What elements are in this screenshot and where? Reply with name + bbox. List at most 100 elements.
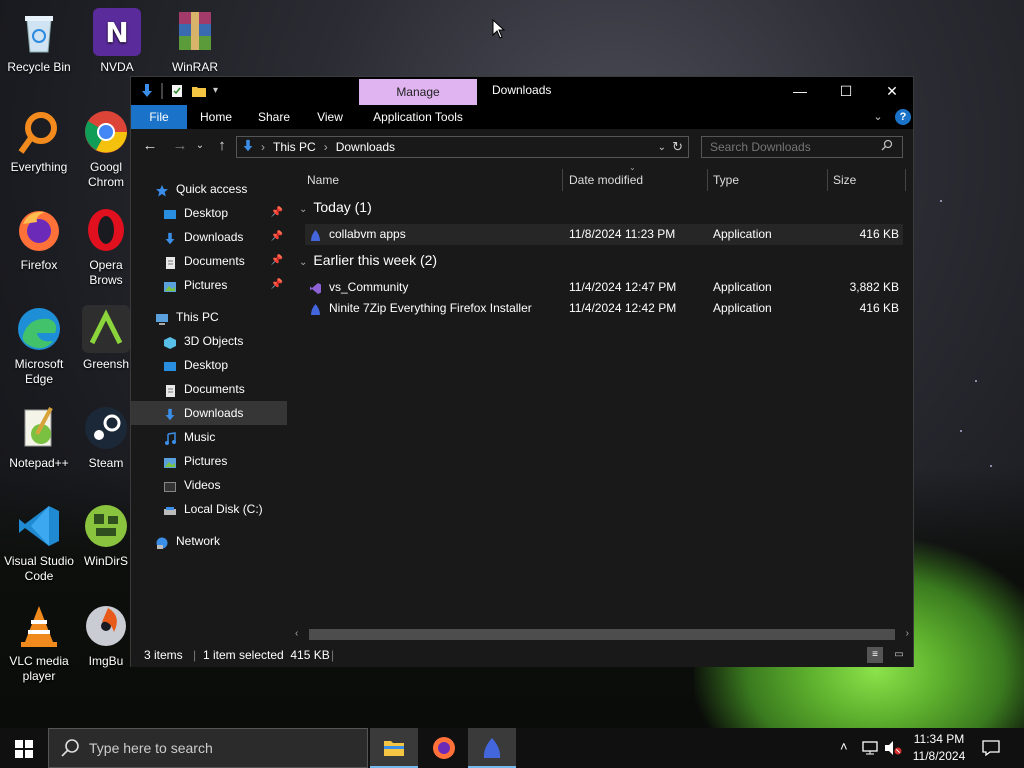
help-icon[interactable]: ? [895, 109, 911, 125]
desktop-icon-greenshot[interactable]: Greensh [76, 305, 136, 372]
nav-quick-downloads[interactable]: Downloads 📌 [131, 225, 287, 249]
desktop-icon-firefox[interactable]: Firefox [0, 206, 78, 273]
desktop-icon-vlc[interactable]: VLC media player [0, 602, 78, 684]
close-button[interactable]: ✕ [869, 77, 915, 105]
ribbon-expand-chevron-icon[interactable]: ⌄ [871, 105, 885, 129]
navigation-pane: Quick access Desktop 📌 Downloads 📌 Docum… [131, 173, 287, 638]
nav-downloads[interactable]: Downloads [131, 401, 287, 425]
network-status-icon[interactable] [862, 740, 880, 759]
volume-muted-icon[interactable] [884, 740, 902, 759]
desktop-icon-recycle-bin[interactable]: Recycle Bin [0, 8, 78, 75]
column-header-type[interactable]: Type [713, 169, 739, 191]
show-hidden-icons-chevron-icon[interactable]: ˄ [840, 739, 848, 754]
start-button[interactable] [15, 740, 33, 761]
taskbar-collabvm-app[interactable] [468, 728, 516, 768]
forward-arrow-icon[interactable]: → [169, 137, 191, 155]
taskbar-search-placeholder: Type here to search [89, 740, 213, 756]
downloads-location-icon [241, 139, 255, 156]
file-row[interactable]: Ninite 7Zip Everything Firefox Installer… [305, 298, 903, 319]
scrollbar-thumb[interactable] [309, 629, 895, 640]
scroll-left-arrow-icon[interactable]: ‹ [295, 626, 298, 642]
pin-icon[interactable]: 📌 [271, 273, 283, 297]
address-dropdown-chevron-icon[interactable]: ⌄ [658, 142, 666, 153]
desktop-icon-opera[interactable]: Opera Brows [76, 206, 136, 288]
group-header-today[interactable]: ⌄ Today (1) [299, 199, 372, 215]
horizontal-scrollbar[interactable]: ‹ › [291, 626, 913, 642]
group-header-earlier-this-week[interactable]: ⌄ Earlier this week (2) [299, 252, 437, 268]
recent-locations-chevron-icon[interactable]: ⌄ [193, 137, 207, 155]
file-row[interactable]: vs_Community 11/4/2024 12:47 PM Applicat… [305, 277, 903, 298]
search-input[interactable] [701, 136, 903, 158]
desktop-folder-icon [163, 358, 177, 372]
nav-quick-desktop[interactable]: Desktop 📌 [131, 201, 287, 225]
file-row[interactable]: collabvm apps 11/8/2024 11:23 PM Applica… [305, 224, 903, 245]
nav-this-pc[interactable]: This PC [131, 305, 287, 329]
nav-documents[interactable]: Documents [131, 377, 287, 401]
nav-local-disk[interactable]: Local Disk (C:) [131, 497, 287, 521]
maximize-button[interactable]: ☐ [823, 77, 869, 105]
address-row: ← → ⌄ ↑ › This PC › Downloads ⌄ ↻ [131, 129, 913, 163]
desktop-icon-vscode[interactable]: Visual Studio Code [0, 502, 78, 584]
taskbar-firefox[interactable] [420, 728, 468, 768]
column-separator[interactable] [905, 169, 906, 191]
desktop-icon-chrome[interactable]: Googl Chrom [76, 108, 136, 190]
pin-icon[interactable]: 📌 [271, 225, 283, 249]
column-separator[interactable] [707, 169, 708, 191]
taskbar-file-explorer[interactable] [370, 728, 418, 768]
breadcrumb-this-pc[interactable]: This PC [273, 140, 316, 154]
desktop-icon-everything[interactable]: Everything [0, 108, 78, 175]
properties-icon[interactable] [169, 83, 185, 99]
nav-pictures[interactable]: Pictures [131, 449, 287, 473]
maximize-icon: ☐ [839, 83, 853, 99]
desktop-icon-imgburn[interactable]: ImgBu [76, 602, 136, 669]
column-separator[interactable] [827, 169, 828, 191]
nav-quick-pictures[interactable]: Pictures 📌 [131, 273, 287, 297]
tab-share[interactable]: Share [251, 105, 297, 129]
desktop-icon-edge[interactable]: Microsoft Edge [0, 305, 78, 387]
nav-network[interactable]: Network [131, 529, 287, 553]
nav-quick-documents[interactable]: Documents 📌 [131, 249, 287, 273]
desktop-icon-steam[interactable]: Steam [76, 404, 136, 471]
nav-videos[interactable]: Videos [131, 473, 287, 497]
windirstat-icon [82, 502, 130, 550]
details-view-icon[interactable]: ≡ [867, 647, 883, 663]
scroll-right-arrow-icon[interactable]: › [906, 626, 909, 642]
column-separator[interactable] [562, 169, 563, 191]
up-arrow-icon[interactable]: ↑ [211, 137, 233, 155]
nav-3d-objects[interactable]: 3D Objects [131, 329, 287, 353]
nav-music[interactable]: Music [131, 425, 287, 449]
tab-home[interactable]: Home [193, 105, 239, 129]
nav-quick-access[interactable]: Quick access [131, 177, 287, 201]
pin-icon[interactable]: 📌 [271, 249, 283, 273]
desktop-icon-nvda[interactable]: N NVDA [78, 8, 156, 75]
desktop-icon-windirstat[interactable]: WinDirS [76, 502, 136, 569]
tab-view[interactable]: View [307, 105, 353, 129]
address-bar[interactable]: › This PC › Downloads ⌄ ↻ [236, 136, 689, 158]
manage-context-tab[interactable]: Manage [359, 79, 477, 106]
nav-label: Network [176, 534, 221, 548]
column-header-date[interactable]: Date modified [569, 169, 643, 191]
column-header-name[interactable]: Name [307, 169, 339, 191]
notifications-icon[interactable] [982, 739, 1000, 760]
taskbar-search-box[interactable]: Type here to search [48, 728, 368, 768]
nav-label: Pictures [184, 454, 228, 468]
desktop-icon-notepadpp[interactable]: Notepad++ [0, 404, 78, 471]
tab-file[interactable]: File [131, 105, 187, 129]
minimize-button[interactable]: — [777, 77, 823, 105]
new-folder-icon[interactable] [191, 83, 207, 99]
desktop-icon-label: WinDirS [84, 554, 128, 568]
nav-desktop[interactable]: Desktop [131, 353, 287, 377]
column-header-size[interactable]: Size [833, 169, 856, 191]
download-arrow-icon[interactable] [139, 83, 155, 99]
search-icon [61, 729, 79, 768]
large-icons-view-icon[interactable]: ▭ [891, 647, 907, 663]
tab-application-tools[interactable]: Application Tools [363, 105, 473, 129]
back-arrow-icon[interactable]: ← [139, 137, 161, 155]
refresh-icon[interactable]: ↻ [672, 139, 683, 155]
system-clock[interactable]: 11:34 PM 11/8/2024 [904, 731, 974, 765]
minimize-icon: — [793, 83, 807, 99]
desktop-icon-winrar[interactable]: WinRAR [156, 8, 234, 75]
customize-toolbar-icon[interactable]: ▾ [213, 83, 223, 99]
pin-icon[interactable]: 📌 [271, 201, 283, 225]
breadcrumb-downloads[interactable]: Downloads [336, 140, 395, 154]
